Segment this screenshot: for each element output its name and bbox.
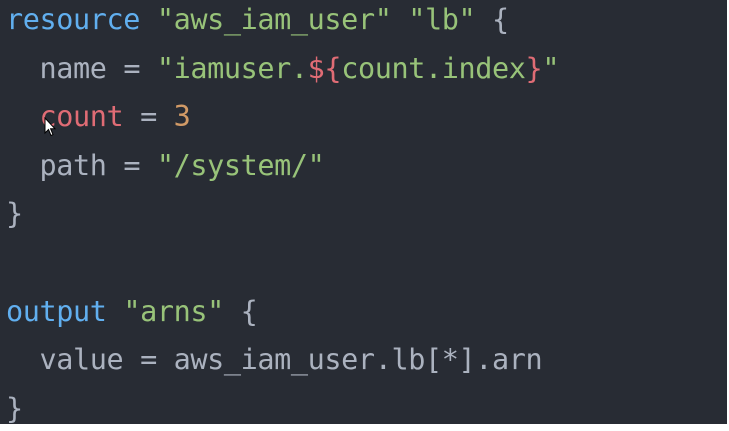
code-token-brace: } [6, 197, 23, 231]
code-token-interp: } [525, 51, 543, 85]
code-token-ident [391, 3, 408, 36]
code-line[interactable]: } [6, 190, 559, 239]
code-token-ident: value [6, 343, 124, 377]
code-token-ident: aws_iam_user.lb[*].arn [173, 343, 543, 377]
code-token-op: = [123, 343, 174, 377]
code-token-brace: } [6, 391, 23, 424]
code-line[interactable]: output "arns" { [6, 288, 559, 337]
code-line[interactable]: count = 3 [6, 93, 559, 142]
code-token-ident: path [6, 148, 107, 182]
code-line[interactable]: name = "iamuser.${count.index}" [6, 45, 560, 94]
code-token-brace: { [492, 3, 509, 36]
mouse-pointer-icon [44, 117, 56, 137]
code-token-string: count.index [341, 51, 526, 85]
code-block[interactable]: resource "aws_iam_user" "lb" { name = "i… [6, 0, 559, 424]
code-line[interactable]: resource "aws_iam_user" "lb" { [6, 0, 559, 45]
code-token-keyword: resource [6, 3, 141, 36]
code-line[interactable]: value = aws_iam_user.lb[*].arn [6, 336, 559, 385]
code-token-num: 3 [173, 100, 191, 134]
code-token-string: " [542, 51, 560, 85]
code-token-ident: name [6, 51, 107, 85]
code-token-string: "arns" [123, 294, 224, 328]
code-token-ident [224, 295, 241, 328]
code-token-string: "iamuser. [156, 51, 308, 85]
code-line[interactable]: path = "/system/" [6, 142, 559, 191]
code-token-brace: { [240, 294, 258, 328]
code-token-string: "lb" [408, 3, 476, 36]
code-token-op: = [123, 100, 174, 134]
code-token-ident [475, 3, 492, 36]
code-token-interp: ${ [307, 51, 342, 85]
code-token-ident [140, 3, 157, 36]
code-line[interactable]: } [6, 385, 559, 424]
code-token-keyword: output [6, 294, 107, 328]
code-token-string: "/system/" [156, 148, 325, 182]
code-token-string: "aws_iam_user" [156, 3, 392, 36]
code-line[interactable] [6, 239, 559, 288]
code-editor[interactable]: resource "aws_iam_user" "lb" { name = "i… [0, 0, 727, 424]
code-token-ident [107, 295, 124, 328]
code-token-count: count [6, 100, 124, 134]
code-token-op: = [106, 51, 157, 85]
code-token-op: = [106, 148, 157, 182]
